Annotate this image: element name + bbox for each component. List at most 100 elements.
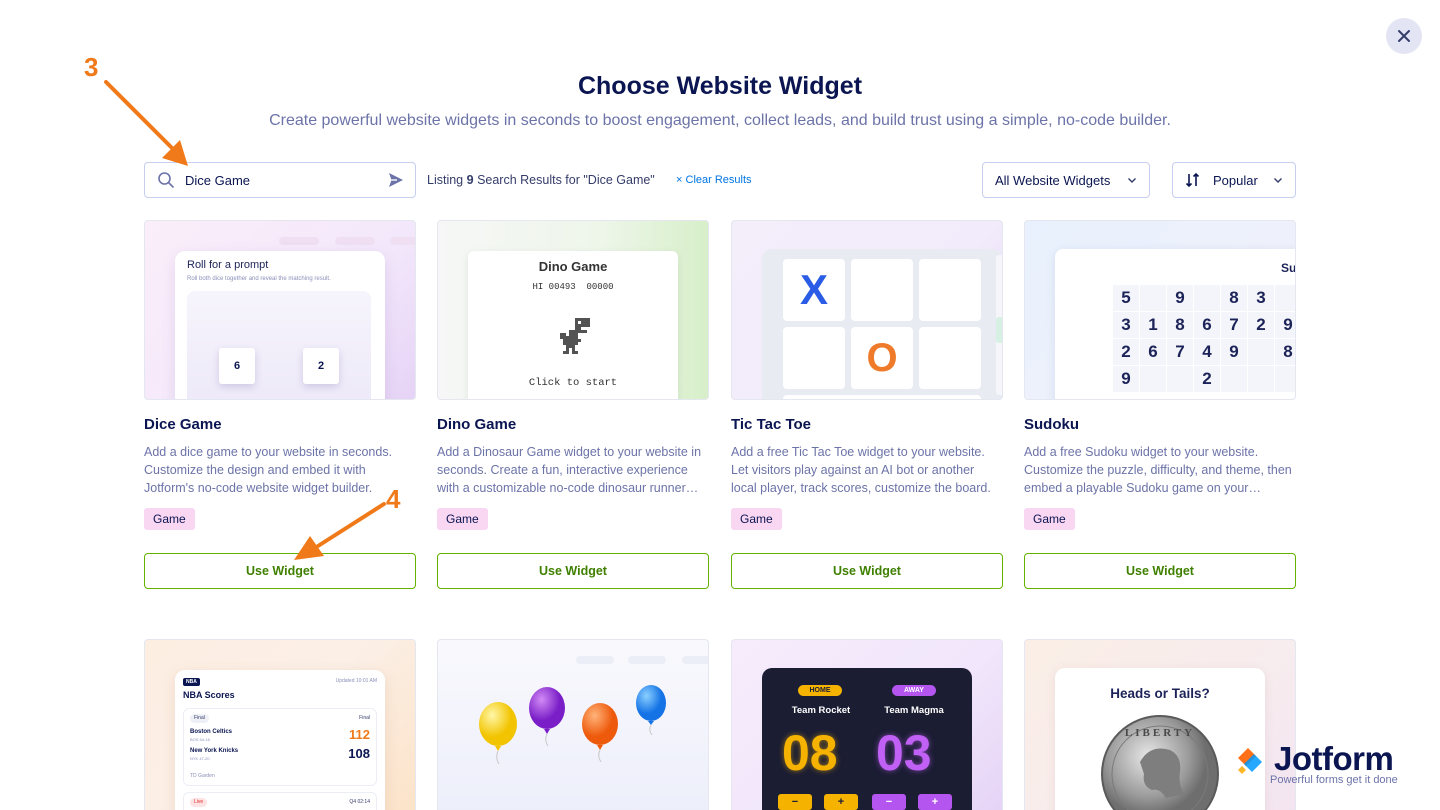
nba-title: NBA Scores (183, 690, 235, 700)
search-input[interactable] (185, 172, 387, 188)
category-tag[interactable]: Game (437, 508, 488, 530)
sudoku-cell: 7 (1167, 339, 1193, 365)
card-description: Add a free Sudoku widget to your website… (1024, 445, 1292, 495)
dice-game-thumbnail[interactable]: Roll for a prompt Roll both dice togethe… (144, 220, 416, 400)
sudoku-cell: 6 (1194, 312, 1220, 338)
card-title: Tic Tac Toe (731, 416, 812, 433)
home-plus-button: + (824, 794, 858, 810)
listing-prefix: Listing (427, 173, 464, 187)
close-button[interactable] (1386, 18, 1422, 54)
die-two: 2 (303, 348, 339, 384)
sudoku-label: Su (1281, 261, 1296, 275)
sudoku-cell: 3 (1113, 312, 1139, 338)
widget-type-dropdown[interactable]: All Website Widgets (982, 162, 1150, 198)
use-widget-button[interactable]: Use Widget (1024, 553, 1296, 589)
nba-venue: TD Garden (190, 773, 215, 779)
cell-empty (783, 327, 845, 389)
sudoku-cell (1248, 339, 1274, 365)
sudoku-cell: 6 (1140, 339, 1166, 365)
results-count: 9 (466, 173, 474, 187)
annotation-step-3: 3 (84, 52, 99, 82)
home-team-name: Team Rocket (791, 705, 851, 716)
use-widget-button[interactable]: Use Widget (437, 553, 709, 589)
cell-empty (851, 259, 913, 321)
card-description: Add a free Tic Tac Toe widget to your we… (731, 445, 991, 495)
page-title: Choose Website Widget (577, 72, 863, 100)
sudoku-cell: 9 (1167, 285, 1193, 311)
sort-icon (1185, 172, 1200, 188)
sudoku-cell (1275, 366, 1295, 392)
clear-results-label: Clear Results (685, 174, 752, 186)
nba-badge: NBA (183, 678, 200, 686)
sudoku-cell (1275, 285, 1295, 311)
category-tag[interactable]: Game (144, 508, 195, 530)
category-tag[interactable]: Game (731, 508, 782, 530)
sudoku-cell: 2 (1113, 339, 1139, 365)
send-icon[interactable] (387, 171, 405, 189)
sudoku-cell: 2 (1248, 312, 1274, 338)
balloons-thumbnail[interactable] (437, 639, 709, 810)
widget-type-label: All Website Widgets (995, 172, 1111, 188)
category-tag[interactable]: Game (1024, 508, 1075, 530)
cell-empty (919, 259, 981, 321)
tic-tac-toe-thumbnail[interactable]: X O (731, 220, 1003, 400)
nba-status: Final (190, 714, 209, 723)
dino-score: HI 00493 00000 (532, 282, 614, 292)
sudoku-cell: 8 (1167, 312, 1193, 338)
nba-team-one-record: BOS 54-16 (190, 737, 210, 742)
clear-results-link[interactable]: × Clear Results (676, 174, 752, 186)
sudoku-cell: 4 (1194, 339, 1220, 365)
annotation-arrow-icon (294, 502, 386, 560)
clear-icon: × (676, 174, 683, 186)
sudoku-cell: 9 (1221, 339, 1247, 365)
sudoku-cell (1140, 285, 1166, 311)
chevron-down-icon (1128, 178, 1136, 183)
cell-x: X (783, 259, 845, 321)
sort-dropdown[interactable]: Popular (1172, 162, 1296, 198)
away-badge: AWAY (892, 685, 936, 696)
use-widget-button[interactable]: Use Widget (731, 553, 1003, 589)
card-title: Sudoku (1024, 416, 1079, 433)
sudoku-cell (1248, 366, 1274, 392)
sudoku-cell: 8 (1275, 339, 1295, 365)
jotform-logo-icon (1238, 748, 1262, 774)
nba-scores-thumbnail[interactable]: NBA Updated 10:01 AM NBA Scores Final Fi… (144, 639, 416, 810)
close-icon (1398, 30, 1410, 42)
sudoku-cell: 9 (1275, 312, 1295, 338)
sort-label: Popular (1213, 172, 1258, 188)
coin-word: LIBERTY (1125, 727, 1195, 739)
cell-o: O (851, 327, 913, 389)
search-results-count: Listing 9 Search Results for "Dice Game" (427, 173, 655, 187)
card-title: Dino Game (437, 416, 517, 433)
cell-empty (919, 327, 981, 389)
balloons-icon (479, 685, 666, 765)
sudoku-thumbnail[interactable]: Su 5983318672926749892 (1024, 220, 1296, 400)
chevron-down-icon (1274, 178, 1282, 183)
nba-live-badge: Live (190, 798, 208, 807)
listing-suffix: Search Results for "Dice Game" (477, 173, 655, 187)
sudoku-cell (1221, 366, 1247, 392)
home-score: 08 (782, 725, 838, 781)
scoreboard-thumbnail[interactable]: HOME AWAY Team Rocket Team Magma 08 03 −… (731, 639, 1003, 810)
dino-click-to-start: Click to start (528, 377, 618, 389)
jotform-logo: Jotform Powerful forms get it done (1234, 740, 1414, 790)
annotation-step-4: 4 (386, 484, 401, 514)
nba-team-one: Boston Celtics (190, 729, 233, 735)
dino-icon (560, 318, 590, 354)
nba-score-two: 108 (348, 746, 370, 761)
annotation-arrow-icon (104, 80, 188, 166)
dice-preview-title: Roll for a prompt (187, 259, 269, 271)
sudoku-cell: 1 (1140, 312, 1166, 338)
jotform-wordmark: Jotform (1274, 740, 1394, 777)
sudoku-cell: 8 (1221, 285, 1247, 311)
away-plus-button: + (918, 794, 952, 810)
sudoku-cell: 7 (1221, 312, 1247, 338)
sudoku-cell: 9 (1113, 366, 1139, 392)
home-badge: HOME (798, 685, 842, 696)
die-one: 6 (219, 348, 255, 384)
nba-team-two-record: NYK 47-20 (190, 756, 210, 761)
coin-icon: LIBERTY (1101, 715, 1219, 810)
away-score: 03 (876, 725, 932, 781)
sudoku-cell (1194, 285, 1220, 311)
dino-game-thumbnail[interactable]: Dino Game HI 00493 00000 Click to start (437, 220, 709, 400)
